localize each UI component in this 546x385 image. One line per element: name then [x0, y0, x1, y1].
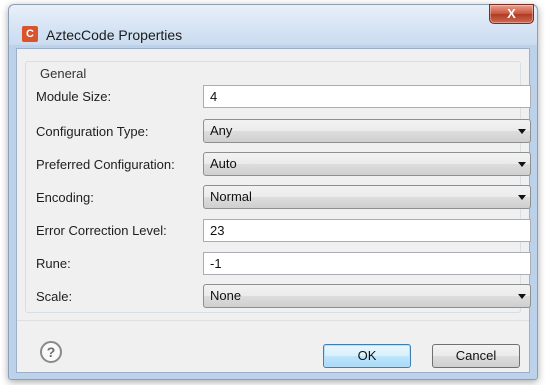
chevron-down-icon: [518, 129, 526, 134]
preferred-configuration-label: Preferred Configuration:: [36, 157, 175, 172]
properties-dialog: C AztecCode Properties X General Module …: [8, 4, 538, 380]
scale-dropdown[interactable]: None: [203, 284, 531, 308]
close-button[interactable]: X: [489, 4, 534, 24]
close-icon: X: [507, 6, 516, 21]
error-correction-level-label: Error Correction Level:: [36, 223, 167, 238]
rune-field[interactable]: -1: [203, 252, 531, 275]
footer-divider: [17, 320, 529, 321]
scale-value: None: [210, 288, 242, 303]
title-bar[interactable]: C AztecCode Properties: [9, 5, 537, 45]
scale-label: Scale:: [36, 289, 73, 304]
chevron-down-icon: [518, 162, 526, 167]
configuration-type-dropdown[interactable]: Any: [203, 119, 531, 143]
chevron-down-icon: [518, 294, 526, 299]
preferred-configuration-dropdown[interactable]: Auto: [203, 152, 531, 176]
encoding-label: Encoding:: [36, 190, 94, 205]
configuration-type-value: Any: [210, 123, 233, 138]
chevron-down-icon: [518, 195, 526, 200]
encoding-dropdown[interactable]: Normal: [203, 185, 531, 209]
rune-label: Rune:: [36, 256, 71, 271]
dialog-body: General Module Size: 4 Configuration Typ…: [16, 48, 531, 373]
cancel-button[interactable]: Cancel: [432, 344, 520, 368]
help-icon[interactable]: ?: [40, 341, 62, 363]
app-logo-icon: C: [22, 26, 38, 42]
error-correction-level-field[interactable]: 23: [203, 219, 531, 242]
group-title: General: [38, 66, 89, 81]
configuration-type-label: Configuration Type:: [36, 124, 149, 139]
ok-button[interactable]: OK: [323, 344, 411, 368]
module-size-label: Module Size:: [36, 89, 112, 104]
dialog-title: AztecCode Properties: [46, 27, 183, 43]
preferred-configuration-value: Auto: [210, 156, 237, 171]
module-size-field[interactable]: 4: [203, 85, 531, 108]
encoding-value: Normal: [210, 189, 252, 204]
